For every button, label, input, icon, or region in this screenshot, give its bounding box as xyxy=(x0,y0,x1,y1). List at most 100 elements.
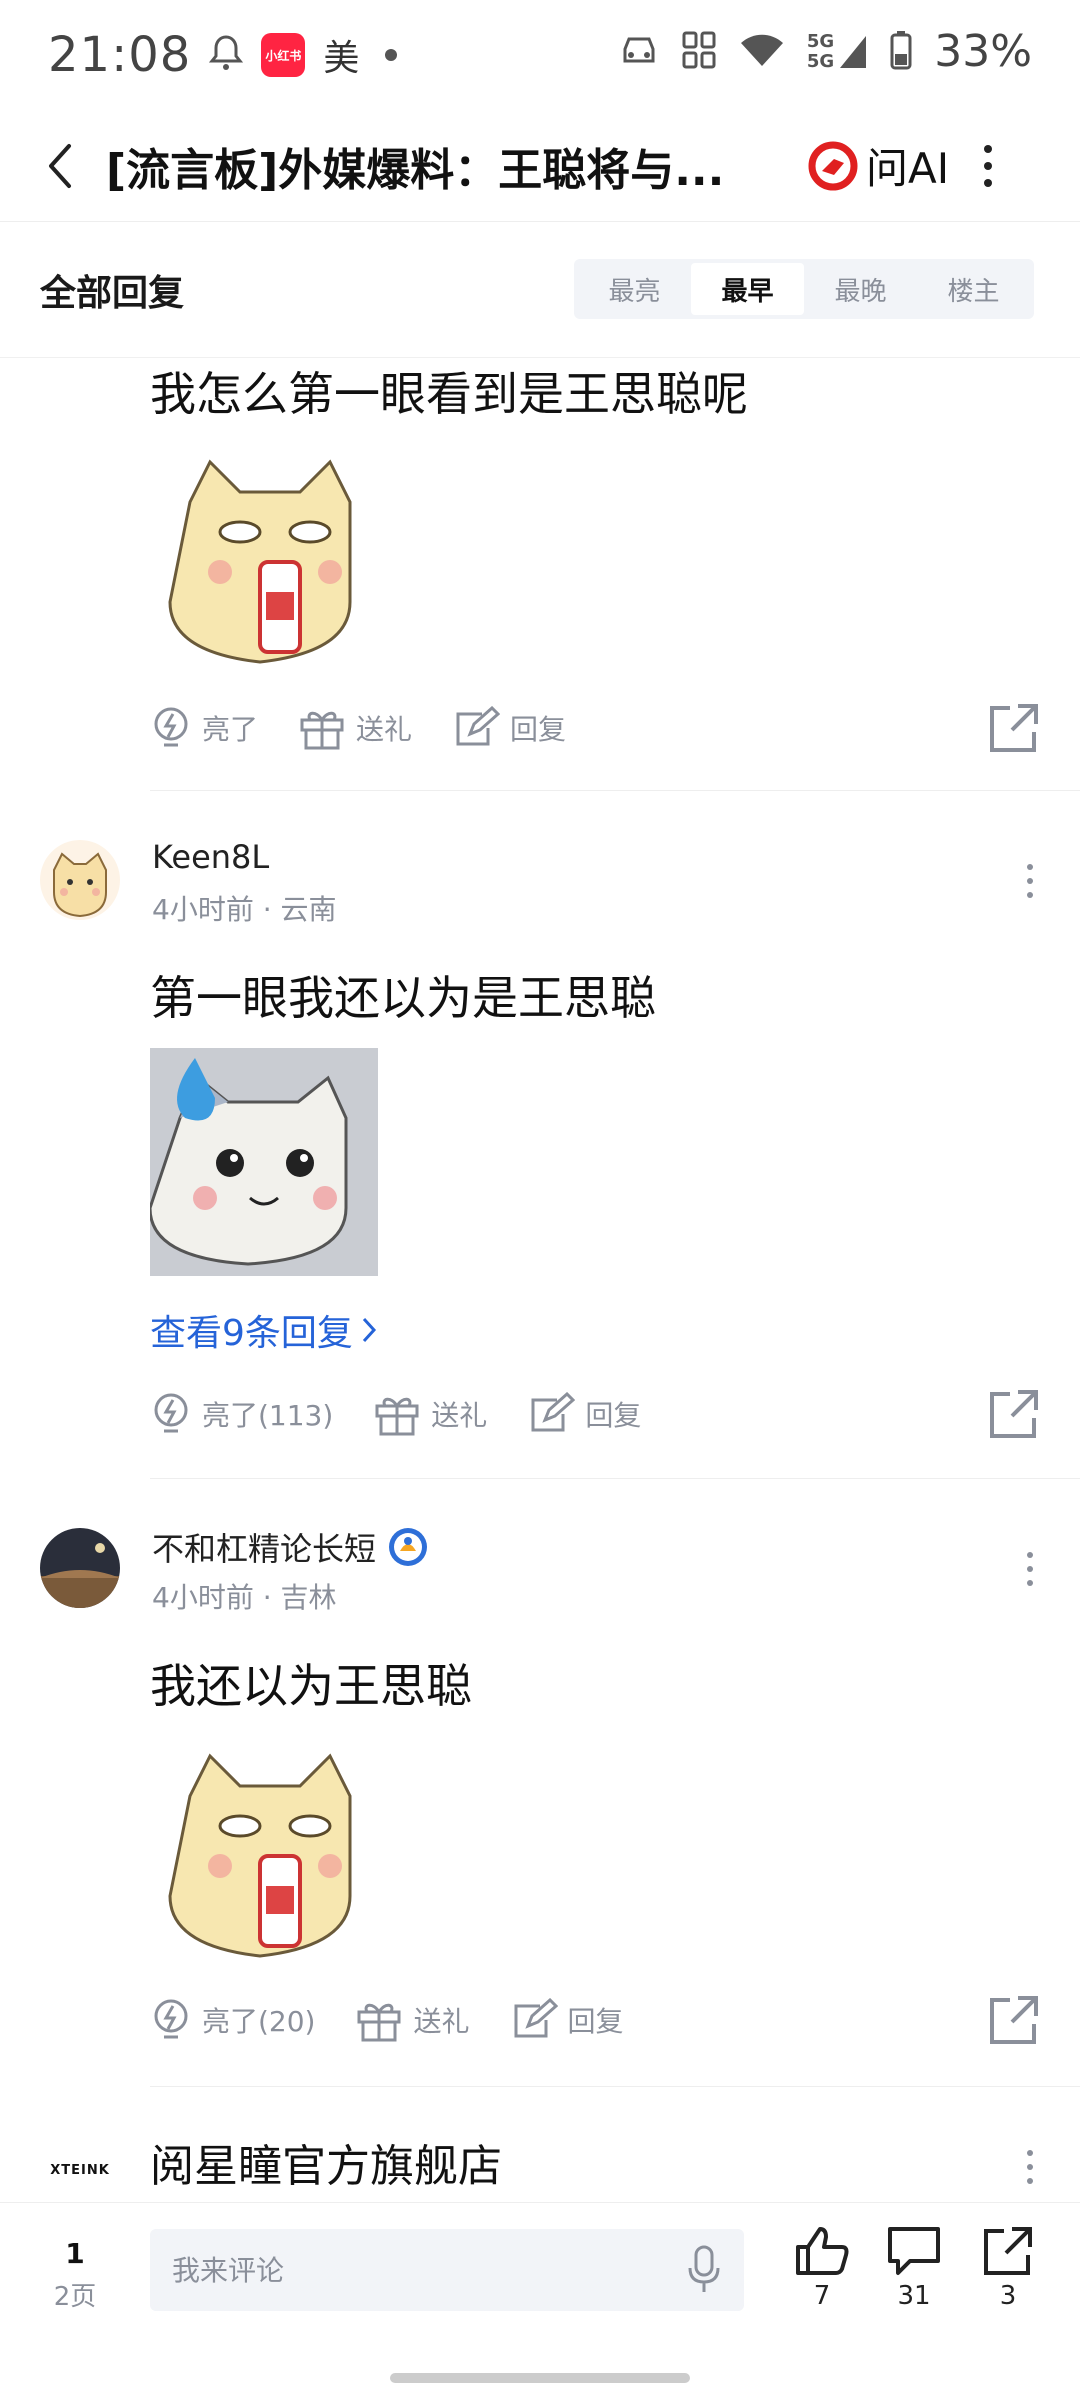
divider xyxy=(150,790,1080,791)
avatar[interactable]: XTEINK xyxy=(40,2150,120,2190)
tab-latest[interactable]: 最晚 xyxy=(804,263,917,315)
reply-button[interactable]: 回复 xyxy=(452,706,566,750)
comment-actions: 亮了 送礼 回复 xyxy=(150,698,1040,758)
view-replies-label: 查看9条回复 xyxy=(150,1313,353,1354)
sweat-cat-sticker[interactable] xyxy=(148,1048,378,1276)
share-icon xyxy=(990,1996,1038,2044)
tab-brightest[interactable]: 最亮 xyxy=(578,263,691,315)
comment-input-box[interactable] xyxy=(150,2229,744,2311)
nfc-icon xyxy=(681,30,717,74)
reply-button[interactable]: 回复 xyxy=(527,1392,641,1436)
edit-reply-icon xyxy=(514,1998,558,2038)
ask-ai-button[interactable]: 问AI xyxy=(808,135,949,196)
share-button[interactable] xyxy=(988,1994,1040,2050)
light-button[interactable]: 亮了(20) xyxy=(150,1997,315,2043)
page-total: 2页 xyxy=(53,2282,97,2312)
signal-icon: 5G 5G xyxy=(806,30,868,72)
light-label: 亮了(20) xyxy=(202,2005,316,2038)
xiaohongshu-app-icon: 小红书 xyxy=(261,33,306,77)
comment-text: 我还以为王思聪 xyxy=(150,1659,472,1713)
light-button[interactable]: 亮了(113) xyxy=(150,1391,333,1437)
gift-label: 送礼 xyxy=(431,1399,488,1432)
edit-reply-icon xyxy=(531,1392,576,1432)
username[interactable]: Keen8L xyxy=(152,838,269,876)
comment-actions: 亮了(20) 送礼 回复 xyxy=(150,1990,1040,2050)
car-icon xyxy=(619,33,659,71)
view-replies-link[interactable]: 查看9条回复 xyxy=(150,1304,377,1356)
microphone-icon[interactable] xyxy=(686,2244,722,2296)
ask-ai-label: 问AI xyxy=(866,144,950,193)
meituan-notification-icon: 美 xyxy=(323,38,360,79)
chevron-right-icon xyxy=(362,1317,376,1343)
share-post-button[interactable]: 3 xyxy=(968,2225,1048,2311)
light-button[interactable]: 亮了 xyxy=(150,705,258,751)
battery-percent: 33% xyxy=(934,26,1032,77)
edit-reply-icon xyxy=(456,706,501,746)
lightbulb-icon xyxy=(154,1393,188,1433)
avatar[interactable] xyxy=(40,1528,120,1608)
page-title: [流言板]外媒爆料：王聪将与... xyxy=(106,144,725,196)
gift-button[interactable]: 送礼 xyxy=(355,1998,470,2042)
share-icon xyxy=(984,2227,1032,2275)
light-label: 亮了(113) xyxy=(202,1399,334,1432)
all-replies-heading: 全部回复 xyxy=(40,272,185,314)
more-options-button[interactable] xyxy=(973,144,1003,187)
username-text: Keen8L xyxy=(152,838,270,876)
cat-bottle-sticker[interactable] xyxy=(160,442,388,670)
gift-button[interactable]: 送礼 xyxy=(298,706,412,750)
gift-label: 送礼 xyxy=(356,713,413,746)
lightbulb-icon xyxy=(154,707,188,747)
reply-label: 回复 xyxy=(510,713,567,746)
avatar[interactable] xyxy=(40,840,120,920)
page-indicator[interactable]: 1 2页 xyxy=(30,2237,120,2313)
share-button[interactable] xyxy=(988,1388,1040,1444)
comment-input[interactable] xyxy=(172,2253,686,2287)
share-count: 3 xyxy=(999,2281,1017,2311)
network-type-bottom: 5G xyxy=(806,50,835,72)
bottom-action-bar: 1 2页 7 31 3 xyxy=(0,2202,1080,2388)
top-app-bar: [流言板]外媒爆料：王聪将与... 问AI xyxy=(0,110,1080,222)
comments-button[interactable]: 31 xyxy=(874,2225,954,2311)
network-type-top: 5G xyxy=(806,30,835,52)
comment-meta: 4小时前 · 云南 xyxy=(152,893,337,926)
cat-bottle-sticker[interactable] xyxy=(160,1736,388,1964)
divider xyxy=(150,2086,1080,2087)
comment-more-button[interactable] xyxy=(1020,2150,1040,2184)
gift-icon xyxy=(357,2003,401,2042)
reply-label: 回复 xyxy=(585,1399,642,1432)
comment-text: 第一眼我还以为是王思聪 xyxy=(150,971,656,1025)
comment-text: 我怎么第一眼看到是王思聪呢 xyxy=(150,367,748,421)
tab-earliest[interactable]: 最早 xyxy=(691,263,804,315)
username-text: 不和杠精论长短 xyxy=(152,1530,377,1568)
wifi-icon xyxy=(739,32,785,72)
lightbulb-icon xyxy=(154,1999,188,2039)
comment-count: 31 xyxy=(897,2281,931,2311)
ai-logo-icon xyxy=(808,141,858,190)
comment-bubble-icon xyxy=(888,2227,940,2275)
comment-more-button[interactable] xyxy=(1020,1552,1040,1586)
gift-button[interactable]: 送礼 xyxy=(373,1392,487,1436)
light-label: 亮了 xyxy=(202,713,259,746)
notification-dot-icon xyxy=(385,49,398,61)
comment-more-button[interactable] xyxy=(1020,864,1040,898)
username[interactable]: 不和杠精论长短 xyxy=(152,1524,430,1570)
back-button[interactable] xyxy=(20,126,100,206)
page-current: 1 xyxy=(65,2237,85,2270)
reply-button[interactable]: 回复 xyxy=(510,1998,624,2042)
bell-icon xyxy=(209,34,244,76)
status-time: 21:08 xyxy=(48,27,192,83)
reply-label: 回复 xyxy=(567,2005,624,2038)
reply-sort-bar: 全部回复 最亮 最早 最晚 楼主 xyxy=(0,222,1080,358)
tab-op-only[interactable]: 楼主 xyxy=(917,263,1030,315)
comment-meta: 4小时前 · 吉林 xyxy=(152,1581,337,1614)
share-icon xyxy=(990,704,1038,752)
username[interactable]: 阅星瞳官方旗舰店 xyxy=(150,2130,502,2194)
verified-badge-icon xyxy=(389,1528,428,1566)
status-bar: 21:08 小红书 美 5G 5G 33% xyxy=(0,0,1080,110)
home-indicator[interactable] xyxy=(390,2373,690,2383)
like-button[interactable]: 7 xyxy=(782,2225,862,2311)
battery-icon xyxy=(890,30,912,74)
sort-tabs: 最亮 最早 最晚 楼主 xyxy=(574,259,1034,319)
thumbs-up-icon xyxy=(796,2227,849,2275)
share-button[interactable] xyxy=(988,702,1040,758)
